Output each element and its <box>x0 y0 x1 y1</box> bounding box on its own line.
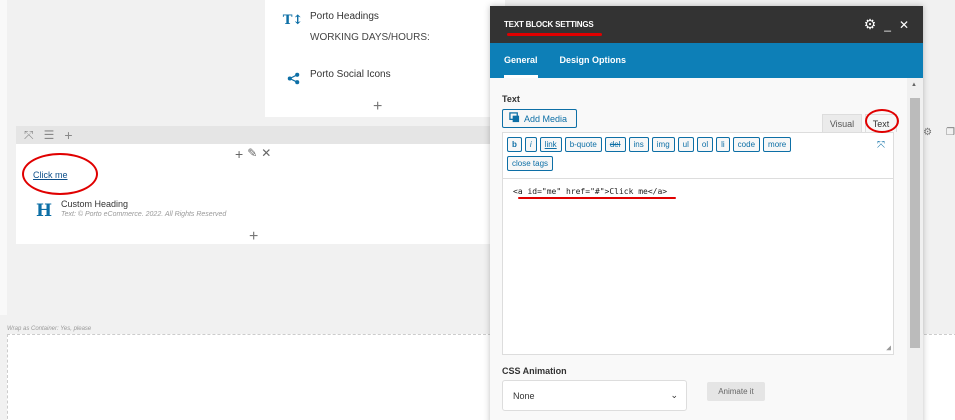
qt-ol-button[interactable]: ol <box>696 137 714 152</box>
fullscreen-icon[interactable]: ⤧ <box>877 140 885 151</box>
scroll-up-icon[interactable]: ▲ <box>911 82 917 88</box>
qt-bquote-button[interactable]: b-quote <box>564 137 602 152</box>
add-icon[interactable]: + <box>235 146 243 162</box>
modal-controls: ⚙ _ ✕ <box>864 16 909 33</box>
add-column-icon[interactable]: + <box>64 127 72 143</box>
quicktags-toolbar: b i link b-quote del ins img ul ol li co… <box>502 132 894 178</box>
row-toolbar: ⤧ ☰ + <box>16 126 506 144</box>
clone-icon[interactable]: ❐ <box>946 127 955 138</box>
qt-code-button[interactable]: code <box>732 137 761 152</box>
layout-icon[interactable]: ☰ <box>44 128 55 142</box>
quicktags-row-2: close tags <box>507 156 889 171</box>
text-block-settings-modal: TEXT BLOCK SETTINGS ⚙ _ ✕ General Design… <box>490 6 923 420</box>
tab-design-options[interactable]: Design Options <box>560 55 627 78</box>
modal-scrollbar[interactable]: ▲ <box>907 78 923 420</box>
move-icon[interactable]: ⤧ <box>24 128 34 143</box>
right-icons: ⚙ ❐ <box>923 127 955 138</box>
qt-link-button[interactable]: link <box>539 137 562 152</box>
annotation-underline-code <box>518 197 676 199</box>
element-porto-headings[interactable]: T↕ <box>282 11 304 29</box>
editor-content: <a id="me" href="#">Click me</a> <box>513 187 668 196</box>
add-media-button[interactable]: Add Media <box>502 109 577 128</box>
modal-header: TEXT BLOCK SETTINGS ⚙ _ ✕ <box>490 6 923 43</box>
close-icon[interactable]: ✕ <box>261 146 271 162</box>
qt-close-tags-button[interactable]: close tags <box>507 156 554 171</box>
qt-li-button[interactable]: li <box>716 137 730 152</box>
annotation-underline-title <box>507 33 602 36</box>
element-porto-social[interactable] <box>284 69 302 87</box>
custom-heading-sub: Text: © Porto eCommerce. 2022. All Right… <box>61 211 227 218</box>
minimize-icon[interactable]: _ <box>884 18 891 32</box>
add-element-bottom-icon[interactable]: + <box>249 229 258 245</box>
text-editor[interactable]: <a id="me" href="#">Click me</a> ◢ <box>502 178 894 355</box>
add-media-label: Add Media <box>524 113 568 124</box>
share-icon <box>284 69 302 87</box>
qt-ul-button[interactable]: ul <box>677 137 694 152</box>
visual-tab[interactable]: Visual <box>822 114 862 132</box>
text-field-label: Text <box>502 94 520 104</box>
gray-area <box>7 244 507 314</box>
modal-title: TEXT BLOCK SETTINGS <box>504 20 594 29</box>
column-tools: + ✎ ✕ <box>235 146 271 162</box>
qt-italic-button[interactable]: i <box>524 137 537 152</box>
modal-body: Text Add Media Visual Text b i link b-qu… <box>490 78 907 420</box>
porto-social-label: Porto Social Icons <box>310 69 391 80</box>
qt-img-button[interactable]: img <box>651 137 675 152</box>
text-size-icon: T↕ <box>282 12 304 28</box>
css-animation-label: CSS Animation <box>502 366 567 376</box>
qt-bold-button[interactable]: b <box>507 137 522 152</box>
css-animation-select[interactable]: None ⌄ <box>502 380 687 411</box>
close-icon[interactable]: ✕ <box>899 18 909 32</box>
annotation-circle-link <box>22 153 98 195</box>
animate-it-button[interactable]: Animate it <box>707 382 765 401</box>
settings-small-icon[interactable]: ⚙ <box>923 127 932 138</box>
left-edge <box>0 0 7 315</box>
annotation-circle-text-tab <box>865 109 899 133</box>
heading-h-icon: H <box>36 201 53 221</box>
gear-icon[interactable]: ⚙ <box>864 16 877 33</box>
quicktags-row-1: b i link b-quote del ins img ul ol li co… <box>507 137 889 152</box>
porto-headings-label: Porto Headings <box>310 11 379 22</box>
add-element-icon[interactable]: + <box>373 99 382 115</box>
tab-general[interactable]: General <box>504 55 538 78</box>
media-icon <box>509 112 520 125</box>
qt-ins-button[interactable]: ins <box>628 137 649 152</box>
chevron-down-icon: ⌄ <box>670 390 678 400</box>
scroll-thumb[interactable] <box>910 98 920 348</box>
css-animation-value: None <box>513 390 535 401</box>
qt-del-button[interactable]: del <box>604 137 626 152</box>
resize-grip-icon[interactable]: ◢ <box>886 343 891 352</box>
qt-more-button[interactable]: more <box>763 137 792 152</box>
modal-tabs: General Design Options <box>490 43 923 78</box>
wrap-note: Wrap as Container: Yes, please <box>7 326 92 332</box>
custom-heading-title: Custom Heading <box>61 199 129 209</box>
working-days-text: WORKING DAYS/HOURS: <box>310 32 430 43</box>
edit-pencil-icon[interactable]: ✎ <box>247 146 257 162</box>
